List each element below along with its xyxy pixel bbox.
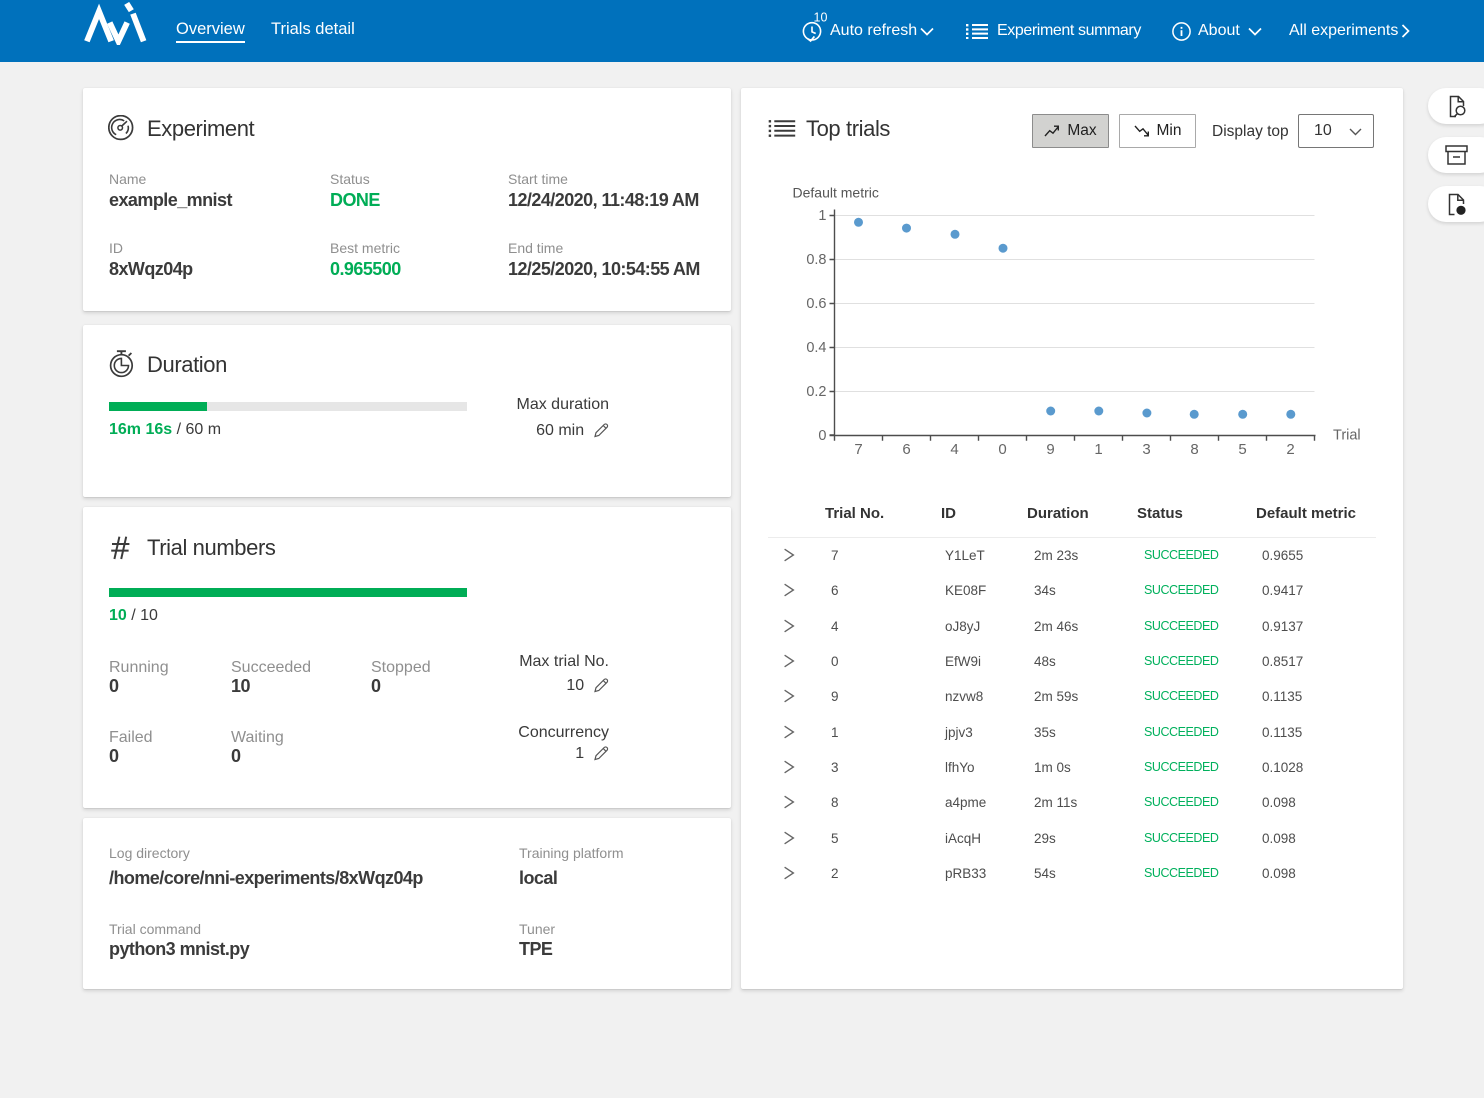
svg-text:Default metric: Default metric (793, 185, 879, 201)
svg-text:0.2: 0.2 (806, 384, 826, 400)
svg-text:0.8: 0.8 (806, 252, 826, 268)
svg-text:2: 2 (1286, 441, 1294, 458)
svg-text:4: 4 (950, 441, 958, 458)
svg-text:1: 1 (1094, 441, 1102, 458)
svg-text:6: 6 (902, 441, 910, 458)
svg-text:1: 1 (818, 208, 826, 224)
svg-text:5: 5 (1238, 441, 1246, 458)
svg-text:Trial: Trial (1333, 428, 1361, 444)
svg-text:0.6: 0.6 (806, 296, 826, 312)
svg-text:3: 3 (1142, 441, 1150, 458)
svg-text:0: 0 (998, 441, 1006, 458)
svg-text:10: 10 (814, 11, 828, 25)
svg-text:7: 7 (854, 441, 862, 458)
svg-text:8: 8 (1190, 441, 1198, 458)
svg-text:0: 0 (818, 428, 826, 444)
svg-text:9: 9 (1046, 441, 1054, 458)
svg-text:0.4: 0.4 (806, 340, 826, 356)
